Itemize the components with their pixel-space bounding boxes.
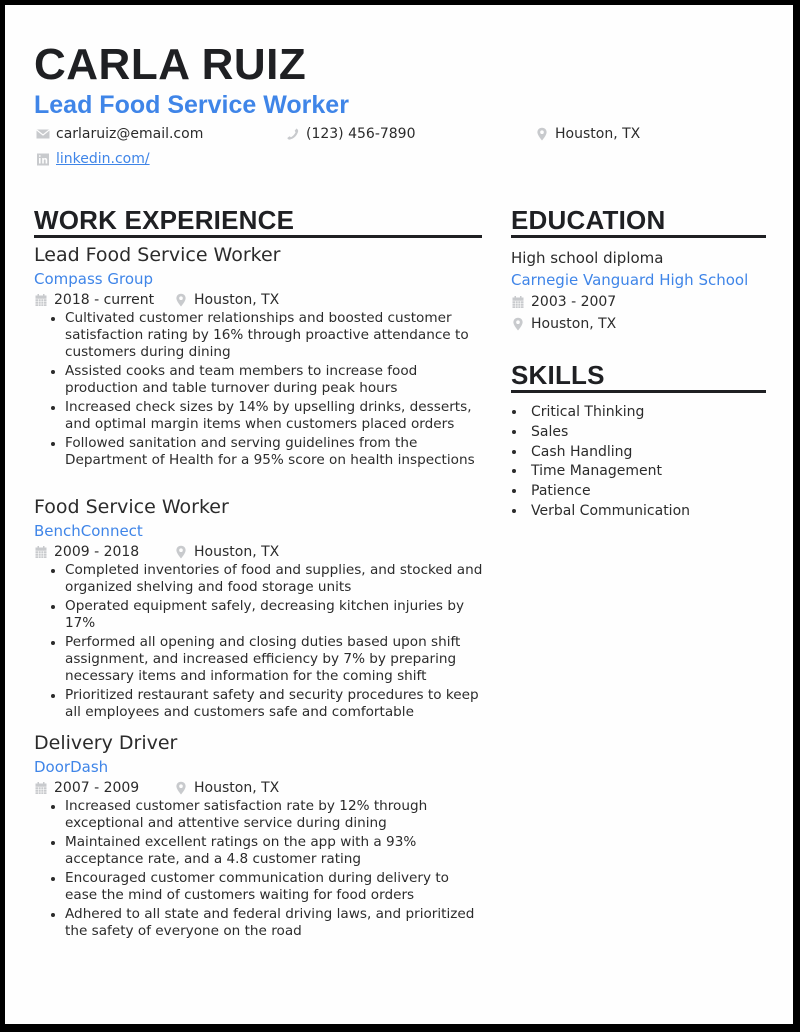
job-entry: Lead Food Service Worker Compass Group 2… bbox=[34, 243, 484, 471]
contact-linkedin: linkedin.com/ bbox=[36, 150, 150, 168]
contact-phone: (123) 456-7890 bbox=[286, 125, 416, 143]
job-meta: 2018 - current Houston, TX bbox=[34, 290, 484, 310]
degree: High school diploma bbox=[511, 249, 664, 267]
job-dates: 2007 - 2009 bbox=[54, 780, 140, 796]
map-pin-icon bbox=[174, 545, 188, 559]
contact-email: carlaruiz@email.com bbox=[36, 125, 203, 143]
phone-icon bbox=[286, 127, 300, 141]
job-meta: 2009 - 2018 Houston, TX bbox=[34, 542, 484, 562]
resume-page: CARLA RUIZ Lead Food Service Worker carl… bbox=[5, 5, 793, 1024]
linkedin-link[interactable]: linkedin.com/ bbox=[56, 150, 150, 168]
job-dates: 2018 - current bbox=[54, 292, 155, 308]
job-bullet: Operated equipment safely, decreasing ki… bbox=[65, 598, 484, 632]
map-pin-icon bbox=[535, 127, 549, 141]
job-bullets: Increased customer satisfaction rate by … bbox=[34, 798, 484, 940]
skills-heading: SKILLS bbox=[511, 360, 605, 390]
job-bullet: Maintained excellent ratings on the app … bbox=[65, 834, 484, 868]
calendar-icon bbox=[34, 781, 48, 795]
job-bullets: Cultivated customer relationships and bo… bbox=[34, 310, 484, 469]
skill-item: Patience bbox=[527, 482, 777, 502]
job-bullet: Prioritized restaurant safety and securi… bbox=[65, 687, 484, 721]
calendar-icon bbox=[511, 295, 525, 309]
email-text: carlaruiz@email.com bbox=[56, 126, 204, 142]
work-experience-heading: WORK EXPERIENCE bbox=[34, 205, 295, 235]
skill-item: Time Management bbox=[527, 462, 777, 482]
job-bullet: Encouraged customer communication during… bbox=[65, 870, 484, 904]
education-heading: EDUCATION bbox=[511, 205, 666, 235]
skill-item: Verbal Communication bbox=[527, 502, 777, 522]
job-bullet: Increased customer satisfaction rate by … bbox=[65, 798, 484, 832]
skill-item: Sales bbox=[527, 423, 777, 443]
map-pin-icon bbox=[174, 781, 188, 795]
job-bullet: Assisted cooks and team members to incre… bbox=[65, 363, 484, 397]
job-title: Food Service Worker bbox=[34, 496, 229, 518]
education-location-text: Houston, TX bbox=[531, 316, 617, 332]
phone-text: (123) 456-7890 bbox=[306, 126, 416, 142]
calendar-icon bbox=[34, 293, 48, 307]
job-location: Houston, TX bbox=[194, 780, 280, 796]
job-title: Lead Food Service Worker bbox=[34, 244, 281, 266]
education-location: Houston, TX bbox=[511, 313, 771, 335]
map-pin-icon bbox=[511, 317, 525, 331]
company-name: BenchConnect bbox=[34, 522, 143, 540]
job-dates: 2009 - 2018 bbox=[54, 544, 140, 560]
job-location: Houston, TX bbox=[194, 292, 280, 308]
calendar-icon bbox=[34, 545, 48, 559]
job-bullet: Adhered to all state and federal driving… bbox=[65, 906, 484, 940]
candidate-headline: Lead Food Service Worker bbox=[34, 91, 349, 119]
education-dates: 2003 - 2007 bbox=[511, 291, 771, 313]
skills-divider bbox=[511, 390, 766, 393]
skill-item: Critical Thinking bbox=[527, 403, 777, 423]
skills-list: Critical Thinking Sales Cash Handling Ti… bbox=[511, 403, 777, 522]
job-entry: Delivery Driver DoorDash 2007 - 2009 Hou… bbox=[34, 731, 484, 942]
location-text: Houston, TX bbox=[555, 126, 641, 142]
job-bullet: Completed inventories of food and suppli… bbox=[65, 562, 484, 596]
skill-item: Cash Handling bbox=[527, 443, 777, 463]
job-bullets: Completed inventories of food and suppli… bbox=[34, 562, 484, 721]
job-bullet: Cultivated customer relationships and bo… bbox=[65, 310, 484, 361]
contact-location: Houston, TX bbox=[535, 125, 640, 143]
education-dates-text: 2003 - 2007 bbox=[531, 294, 617, 310]
education-entry: High school diploma Carnegie Vanguard Hi… bbox=[511, 248, 771, 335]
job-location: Houston, TX bbox=[194, 544, 280, 560]
linkedin-icon bbox=[36, 152, 50, 166]
education-divider bbox=[511, 235, 766, 238]
work-experience-divider bbox=[34, 235, 482, 238]
job-bullet: Performed all opening and closing duties… bbox=[65, 634, 484, 685]
company-name: DoorDash bbox=[34, 758, 109, 776]
candidate-name: CARLA RUIZ bbox=[34, 40, 307, 89]
job-bullet: Increased check sizes by 14% by upsellin… bbox=[65, 399, 484, 433]
job-meta: 2007 - 2009 Houston, TX bbox=[34, 778, 484, 798]
job-title: Delivery Driver bbox=[34, 732, 178, 754]
job-entry: Food Service Worker BenchConnect 2009 - … bbox=[34, 495, 484, 723]
school-name: Carnegie Vanguard High School bbox=[511, 271, 749, 289]
company-name: Compass Group bbox=[34, 270, 154, 288]
map-pin-icon bbox=[174, 293, 188, 307]
job-bullet: Followed sanitation and serving guidelin… bbox=[65, 435, 484, 469]
envelope-icon bbox=[36, 127, 50, 141]
